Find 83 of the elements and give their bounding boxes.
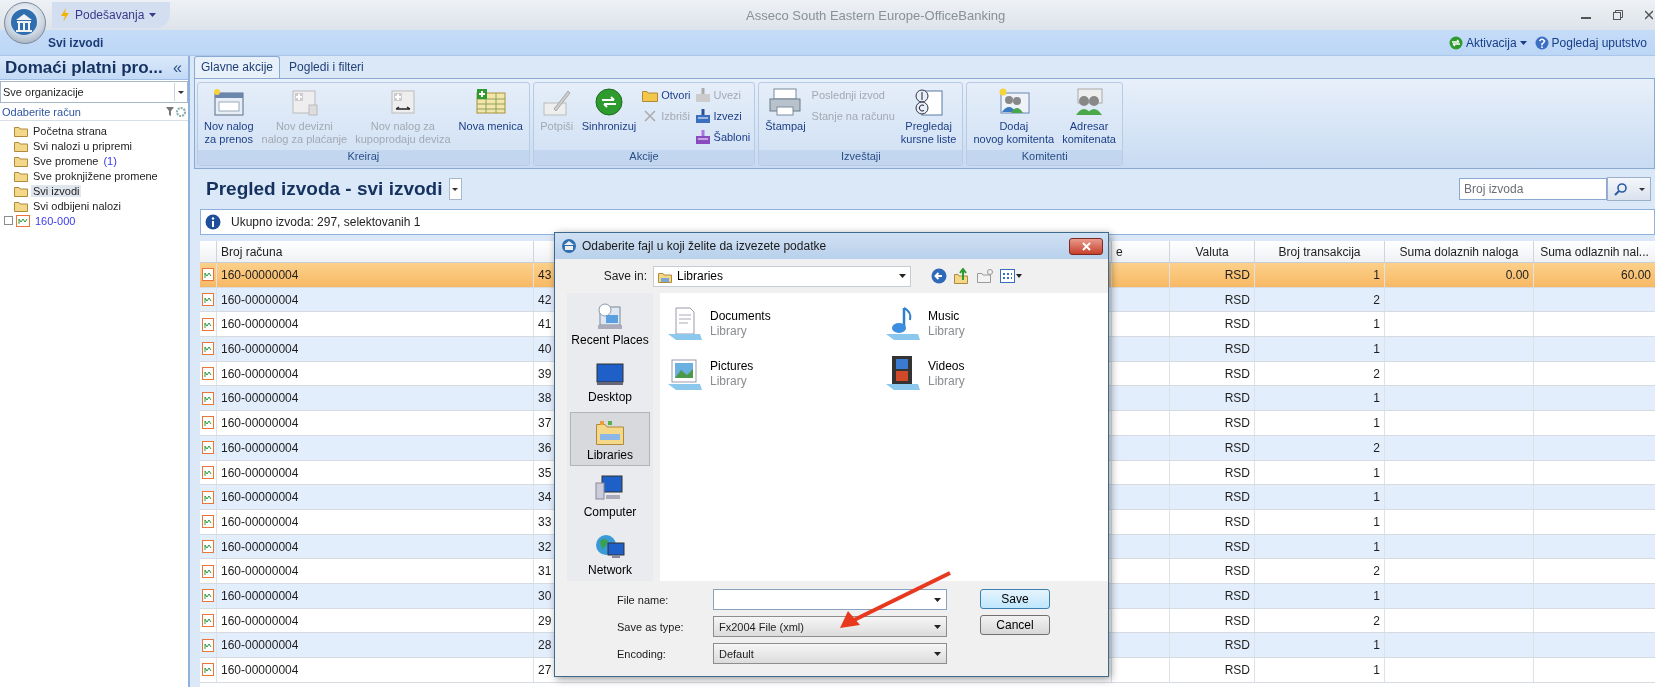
table-cell: 1 xyxy=(1254,658,1384,682)
table-cell: 160-00000004 xyxy=(216,658,533,682)
group-label: Izveštaji xyxy=(759,150,963,165)
file-name: Music xyxy=(928,309,961,324)
column-header: Suma dolaznih naloga xyxy=(1384,241,1533,262)
table-cell: 160-00000004 xyxy=(216,460,533,485)
table-cell: RSD xyxy=(1169,312,1254,337)
view-title: Pregled izvoda - svi izvodi xyxy=(206,178,443,200)
table-cell: RSD xyxy=(1169,337,1254,361)
table-cell: 60.00 xyxy=(1533,263,1655,287)
dialog-title: Odaberite fajl u koji želite da izvezete podatke xyxy=(582,239,828,253)
column-header: e xyxy=(1111,241,1169,262)
table-cell: 1 xyxy=(1254,386,1384,411)
file-type: Library xyxy=(710,374,748,389)
table-cell: RSD xyxy=(1169,485,1254,509)
table-cell: RSD xyxy=(1169,263,1254,287)
field-label: Encoding: xyxy=(617,647,667,660)
table-cell: 160-00000004 xyxy=(216,287,533,312)
table-cell: RSD xyxy=(1169,509,1254,534)
table-cell: 160-00000004 xyxy=(216,337,533,361)
table-cell: 160-00000004 xyxy=(216,263,533,287)
group-label: Komitenti xyxy=(967,150,1122,165)
table-cell: 160-00000004 xyxy=(216,633,533,657)
column-header: Suma odlaznih nal... xyxy=(1533,241,1655,262)
field-label: File name: xyxy=(617,593,670,606)
table-cell: 1 xyxy=(1254,411,1384,435)
table-cell: RSD xyxy=(1169,608,1254,633)
table-cell: 160-00000004 xyxy=(216,583,533,608)
table-cell: 2 xyxy=(1254,361,1384,386)
table-cell: RSD xyxy=(1169,658,1254,682)
table-cell: 1 xyxy=(1254,633,1384,657)
file-name: Videos xyxy=(928,359,965,374)
table-cell: 2 xyxy=(1254,608,1384,633)
table-cell: RSD xyxy=(1169,583,1254,608)
info-message: Ukupno izvoda: 297, selektovanih 1 xyxy=(231,215,421,229)
account-label: Odaberite račun xyxy=(2,106,81,118)
column-header: Valuta xyxy=(1169,241,1254,262)
table-cell: 1 xyxy=(1254,312,1384,337)
table-cell: 1 xyxy=(1254,534,1384,559)
table-cell: 160-00000004 xyxy=(216,312,533,337)
file-type: Library xyxy=(928,374,965,389)
table-cell: 1 xyxy=(1254,509,1384,534)
file-name: Documents xyxy=(710,309,771,324)
table-cell: 1 xyxy=(1254,460,1384,485)
table-cell: 1 xyxy=(1254,485,1384,509)
field-label: Save as type: xyxy=(617,620,685,633)
column-header: Broj računa xyxy=(216,241,533,262)
breadcrumb-title: Svi izvodi xyxy=(48,35,104,50)
table-cell: RSD xyxy=(1169,287,1254,312)
file-name: Pictures xyxy=(710,359,754,374)
panel-title: Domaći platni pro... xyxy=(5,57,163,78)
file-type: Library xyxy=(928,324,965,339)
table-cell: 160-00000004 xyxy=(216,559,533,583)
table-cell: 160-00000004 xyxy=(216,411,533,435)
table-cell: RSD xyxy=(1169,435,1254,460)
table-cell: 160-00000004 xyxy=(216,435,533,460)
table-cell: RSD xyxy=(1169,534,1254,559)
item-count: (1) xyxy=(103,154,117,167)
table-cell: 160-00000004 xyxy=(216,608,533,633)
group-label: Kreiraj xyxy=(198,150,529,165)
table-cell: RSD xyxy=(1169,633,1254,657)
window-title: Asseco South Eastern Europe-OfficeBanking xyxy=(745,7,1007,23)
table-cell: 2 xyxy=(1254,287,1384,312)
table-cell: 1 xyxy=(1254,337,1384,361)
group-label: Akcije xyxy=(533,150,755,165)
table-cell: RSD xyxy=(1169,460,1254,485)
field-label: Save in: xyxy=(602,269,647,283)
table-cell: RSD xyxy=(1169,361,1254,386)
table-cell: 1 xyxy=(1254,263,1384,287)
table-cell: RSD xyxy=(1169,386,1254,411)
table-cell: 2 xyxy=(1254,559,1384,583)
table-cell: 2 xyxy=(1254,435,1384,460)
table-cell: 160-00000004 xyxy=(216,386,533,411)
column-header: Broj transakcija xyxy=(1254,241,1384,262)
file-type: Library xyxy=(710,324,748,339)
table-cell: 160-00000004 xyxy=(216,361,533,386)
table-cell: 160-00000004 xyxy=(216,509,533,534)
table-cell: 0.00 xyxy=(1384,263,1533,287)
table-cell: 160-00000004 xyxy=(216,534,533,559)
table-cell: 1 xyxy=(1254,583,1384,608)
table-cell: 160-00000004 xyxy=(216,485,533,509)
table-cell: RSD xyxy=(1169,411,1254,435)
table-cell: RSD xyxy=(1169,559,1254,583)
